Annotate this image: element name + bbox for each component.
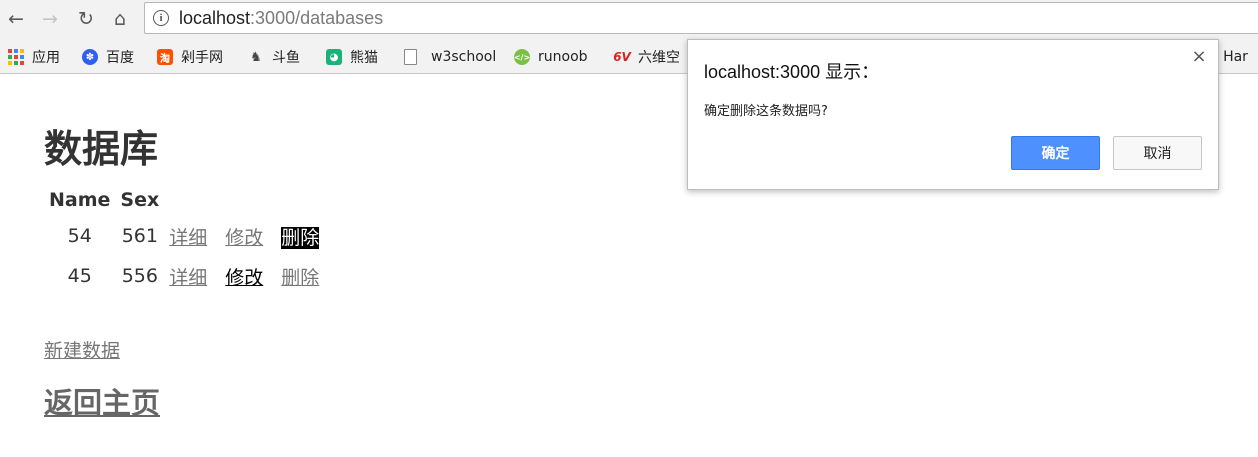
forward-arrow-icon[interactable]: → bbox=[38, 7, 62, 31]
dialog-title: localhost:3000 显示： bbox=[704, 62, 880, 82]
new-data-link[interactable]: 新建数据 bbox=[44, 336, 120, 363]
bookmark-label: 剁手网 bbox=[181, 50, 223, 66]
home-icon[interactable]: ⌂ bbox=[108, 7, 132, 31]
confirm-dialog: localhost:3000 显示： × 确定删除这条数据吗? 确定 取消 bbox=[687, 39, 1219, 190]
cell-edit: 修改 bbox=[212, 216, 268, 256]
apps-grid-icon bbox=[8, 49, 24, 65]
address-bar[interactable]: i localhost:3000/databases bbox=[144, 2, 1258, 34]
runoob-icon: </> bbox=[514, 49, 530, 65]
douyu-fish-icon: ♞ bbox=[248, 49, 264, 65]
browser-toolbar: ← → ↻ ⌂ i localhost:3000/databases bbox=[0, 0, 1258, 38]
delete-link[interactable]: 删除 bbox=[281, 267, 319, 289]
column-header-empty bbox=[164, 184, 212, 216]
cell-detail: 详细 bbox=[164, 216, 212, 256]
data-table: Name Sex 54 561 详细 修改 删除 45 556 详细 修改 删除 bbox=[44, 184, 324, 296]
cell-name: 54 bbox=[67, 225, 92, 247]
column-header-empty bbox=[268, 184, 324, 216]
page-title: 数据库 bbox=[44, 127, 159, 171]
reload-icon[interactable]: ↻ bbox=[74, 7, 98, 31]
bookmark-taobao[interactable]: 淘 剁手网 bbox=[157, 47, 223, 67]
delete-link[interactable]: 删除 bbox=[281, 226, 320, 249]
taobao-icon: 淘 bbox=[157, 49, 173, 65]
cell-edit: 修改 bbox=[212, 256, 268, 296]
back-arrow-icon[interactable]: ← bbox=[4, 7, 28, 31]
table-header-row: Name Sex bbox=[44, 184, 324, 216]
detail-link[interactable]: 详细 bbox=[169, 267, 207, 289]
dialog-message: 确定删除这条数据吗? bbox=[704, 104, 828, 119]
address-bar-url: localhost:3000/databases bbox=[179, 8, 383, 29]
edit-link[interactable]: 修改 bbox=[225, 267, 263, 289]
bookmark-apps[interactable]: 应用 bbox=[8, 47, 60, 67]
bookmark-label: 六维空 bbox=[638, 50, 680, 66]
bookmark-w3school[interactable]: w3school bbox=[404, 47, 496, 67]
bookmark-baidu[interactable]: ✽ 百度 bbox=[82, 47, 134, 67]
bookmark-label: 斗鱼 bbox=[272, 50, 300, 66]
bookmark-6v[interactable]: 6V 六维空 bbox=[613, 47, 680, 67]
column-header-empty bbox=[212, 184, 268, 216]
cancel-button[interactable]: 取消 bbox=[1113, 136, 1202, 170]
bookmark-label: 百度 bbox=[106, 50, 134, 66]
cell-delete: 删除 bbox=[268, 216, 324, 256]
edit-link[interactable]: 修改 bbox=[225, 227, 263, 249]
close-icon[interactable]: × bbox=[1190, 46, 1208, 67]
table-row: 45 556 详细 修改 删除 bbox=[44, 256, 324, 296]
panda-icon: ◕ bbox=[326, 49, 342, 65]
6v-icon: 6V bbox=[613, 50, 631, 64]
bookmark-label: 应用 bbox=[32, 50, 60, 66]
baidu-paw-icon: ✽ bbox=[82, 49, 98, 65]
bookmark-douyu[interactable]: ♞ 斗鱼 bbox=[248, 47, 300, 67]
bookmark-runoob[interactable]: </> runoob bbox=[514, 47, 588, 67]
cell-delete: 删除 bbox=[268, 256, 324, 296]
detail-link[interactable]: 详细 bbox=[169, 227, 207, 249]
column-header-name: Name bbox=[49, 189, 111, 211]
bookmark-label: runoob bbox=[538, 49, 588, 65]
table-row: 54 561 详细 修改 删除 bbox=[44, 216, 324, 256]
bookmark-label: 熊猫 bbox=[350, 50, 378, 66]
site-info-icon[interactable]: i bbox=[153, 10, 169, 26]
cell-sex: 561 bbox=[121, 225, 158, 247]
bookmark-panda[interactable]: ◕ 熊猫 bbox=[326, 47, 378, 67]
bookmark-label: w3school bbox=[431, 49, 497, 65]
confirm-button[interactable]: 确定 bbox=[1011, 136, 1100, 170]
back-home-link[interactable]: 返回主页 bbox=[44, 380, 160, 422]
cell-detail: 详细 bbox=[164, 256, 212, 296]
cell-name: 45 bbox=[67, 265, 92, 287]
url-path: :3000/databases bbox=[250, 8, 384, 28]
column-header-sex: Sex bbox=[120, 189, 160, 211]
url-host: localhost bbox=[179, 8, 251, 28]
page-icon bbox=[404, 49, 417, 65]
cell-sex: 556 bbox=[121, 265, 158, 287]
